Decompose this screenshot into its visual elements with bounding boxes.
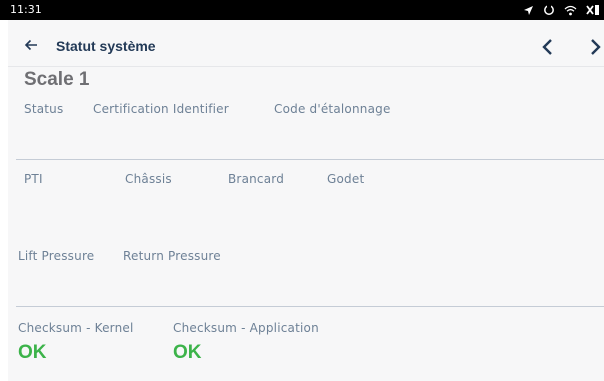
label-checksum-application: Checksum - Application bbox=[173, 321, 319, 335]
label-checksum-kernel: Checksum - Kernel bbox=[18, 321, 134, 335]
section-divider-2 bbox=[16, 306, 604, 307]
wifi-icon bbox=[564, 5, 577, 15]
label-status: Status bbox=[24, 102, 64, 116]
label-brancard: Brancard bbox=[228, 172, 285, 186]
label-pti: PTI bbox=[24, 172, 43, 186]
status-icons bbox=[523, 3, 600, 17]
scale-title: Scale 1 bbox=[24, 69, 90, 90]
label-return-pressure: Return Pressure bbox=[123, 249, 221, 263]
label-code-etalonnage: Code d'étalonnage bbox=[274, 102, 391, 116]
chevron-left-icon[interactable] bbox=[541, 38, 555, 56]
label-certification-identifier: Certification Identifier bbox=[93, 102, 229, 116]
app-bar: Statut système bbox=[8, 20, 604, 66]
section-divider-1 bbox=[16, 159, 604, 160]
app-screen: Statut système Scale 1 Status Certificat… bbox=[8, 20, 604, 381]
status-time: 11:31 bbox=[10, 3, 42, 16]
checksum-application-value: OK bbox=[173, 342, 202, 363]
app-bar-divider bbox=[8, 66, 604, 67]
label-godet: Godet bbox=[327, 172, 365, 186]
label-lift-pressure: Lift Pressure bbox=[18, 249, 95, 263]
page-title: Statut système bbox=[56, 38, 156, 54]
arrow-left-icon[interactable] bbox=[24, 38, 38, 52]
status-bar: 11:31 bbox=[0, 0, 604, 20]
sync-ring-icon bbox=[544, 4, 554, 15]
navigation-arrow-icon bbox=[524, 5, 533, 15]
label-chassis: Châssis bbox=[125, 172, 172, 186]
battery-icon bbox=[586, 5, 599, 15]
checksum-kernel-value: OK bbox=[18, 342, 47, 363]
chevron-right-icon[interactable] bbox=[588, 38, 602, 56]
